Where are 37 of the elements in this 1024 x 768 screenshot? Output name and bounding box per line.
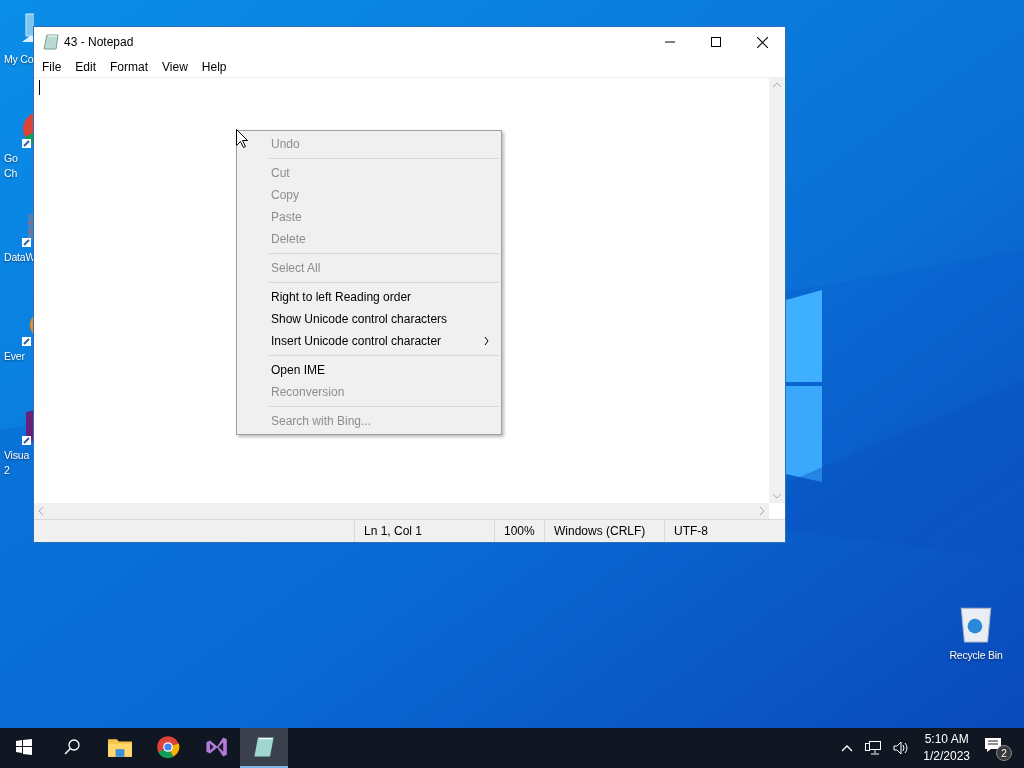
studio-icon <box>204 735 228 759</box>
maximize-icon <box>711 37 721 47</box>
window-title: 43 - Notepad <box>64 35 134 49</box>
desktop-icon-label[interactable]: My Co <box>2 52 34 67</box>
desktop-icon-label[interactable]: Ch <box>2 166 18 181</box>
status-text: Windows (CRLF) <box>545 520 665 542</box>
close-icon <box>756 36 768 48</box>
notification-badge: 2 <box>996 745 1012 761</box>
desktop-icon-label[interactable]: Visua <box>2 448 30 463</box>
clock-time[interactable]: 5:10 AM <box>924 731 969 748</box>
notepad-icon <box>43 34 59 50</box>
search-icon <box>64 739 80 755</box>
clock-date[interactable]: 1/2/2023 <box>923 748 970 765</box>
menu-item[interactable]: Edit <box>68 60 104 74</box>
taskbar-button[interactable] <box>240 728 288 768</box>
windows-icon <box>16 739 32 755</box>
menu-item[interactable]: Format <box>103 60 156 74</box>
status-text: 100% <box>495 520 545 542</box>
desktop-icon-label[interactable]: 2 <box>2 463 10 478</box>
status-text: UTF-8 <box>673 523 709 540</box>
notepad-icon <box>252 735 276 759</box>
desktop-icon-label[interactable]: Ever <box>2 349 25 364</box>
desktop-icon-label[interactable]: Recycle Bin <box>949 648 1003 663</box>
context-menu-item[interactable]: Right to left Reading order <box>237 286 501 308</box>
context-menu-item[interactable]: Insert Unicode control character <box>237 330 501 352</box>
browser-icon <box>156 735 180 759</box>
cursor-icon <box>236 129 248 148</box>
desktop-icon-label[interactable]: Go <box>2 151 18 166</box>
context-menu-item[interactable]: Show Unicode control characters <box>237 308 501 330</box>
menu-item[interactable]: Help <box>194 60 234 74</box>
context-menu-item[interactable]: Open IME <box>237 359 501 381</box>
volume-icon[interactable] <box>893 741 910 755</box>
status-text: Ln 1, Col 1 <box>355 520 495 542</box>
menu-item[interactable]: File <box>35 60 69 74</box>
menu-item[interactable]: View <box>155 60 195 74</box>
network-icon[interactable] <box>865 741 882 755</box>
notification-icon[interactable] <box>984 737 1002 753</box>
